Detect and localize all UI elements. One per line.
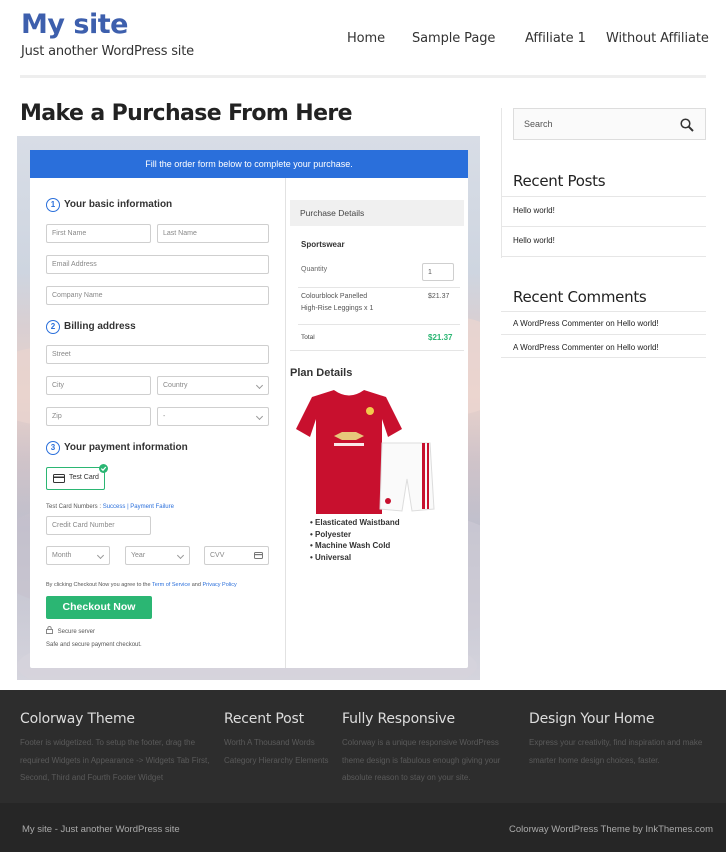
nav-home[interactable]: Home <box>347 31 385 46</box>
lock-icon <box>46 626 53 634</box>
total-label: Total <box>301 334 315 341</box>
test-card-numbers: Test Card Numbers : Success | Payment Fa… <box>46 504 174 510</box>
footer-site-credit[interactable]: My site - Just another WordPress site <box>22 824 180 835</box>
step-2-number: 2 <box>46 320 60 334</box>
footer-col-title: Recent Post <box>224 711 304 727</box>
recent-comment: A WordPress Commenter on Hello world! <box>513 319 659 328</box>
footer-col-text: Express your creativity, find inspiratio… <box>529 738 703 765</box>
step-3-title: Your payment information <box>64 442 188 453</box>
quantity-label: Quantity <box>301 266 328 273</box>
test-card-label: Test Card <box>69 474 99 481</box>
check-icon <box>99 464 108 473</box>
footer-col-text[interactable]: Worth A Thousand Words Category Hierarch… <box>224 734 334 769</box>
checkout-button[interactable]: Checkout Now <box>46 596 152 619</box>
payment-failure-link[interactable]: Payment Failure <box>130 504 174 510</box>
state-select[interactable]: - <box>157 407 269 426</box>
plan-bullet: • Elasticated Waistband <box>310 518 400 527</box>
city-field[interactable]: City <box>46 376 151 395</box>
footer-col-text: Colorway is a unique responsive WordPres… <box>342 738 501 782</box>
search-input[interactable]: Search <box>513 108 706 140</box>
nav-without-affiliate[interactable]: Without Affiliate <box>606 31 709 46</box>
site-header: My site Just another WordPress site Home… <box>0 0 726 80</box>
credit-card-icon <box>53 474 65 483</box>
divider <box>501 196 706 197</box>
order-form-banner: Fill the order form below to complete yo… <box>30 150 468 178</box>
first-name-field[interactable]: First Name <box>46 224 151 243</box>
comment-author-link[interactable]: A WordPress Commenter <box>513 319 604 328</box>
form-column-divider <box>285 178 286 668</box>
step-2-title: Billing address <box>64 321 136 332</box>
header-divider <box>20 75 706 78</box>
last-name-field[interactable]: Last Name <box>157 224 269 243</box>
email-field[interactable]: Email Address <box>46 255 269 274</box>
secure-server: Secure server <box>46 626 95 635</box>
divider <box>501 311 706 312</box>
total-value: $21.37 <box>428 333 453 342</box>
plan-bullet: • Machine Wash Cold <box>310 541 391 550</box>
terms-text: By clicking Checkout Now you agree to th… <box>46 582 237 588</box>
card-number-field[interactable]: Credit Card Number <box>46 516 151 535</box>
street-field[interactable]: Street <box>46 345 269 364</box>
footer-col-text: Footer is widgetized. To setup the foote… <box>20 738 210 782</box>
site-title[interactable]: My site <box>21 9 128 40</box>
year-select[interactable]: Year <box>125 546 190 565</box>
footer-col-title: Design Your Home <box>529 711 655 727</box>
success-link[interactable]: Success <box>103 504 126 510</box>
divider <box>298 324 460 325</box>
company-field[interactable]: Company Name <box>46 286 269 305</box>
footer-col-title: Colorway Theme <box>20 711 135 727</box>
safe-payment-text: Safe and secure payment checkout. <box>46 642 142 648</box>
nav-affiliate-1[interactable]: Affiliate 1 <box>525 31 586 46</box>
divider <box>290 350 464 351</box>
country-select[interactable]: Country <box>157 376 269 395</box>
item-name-line1: Colourblock Panelled <box>301 293 368 300</box>
divider <box>298 287 460 288</box>
terms-link[interactable]: Term of Service <box>152 582 190 588</box>
comment-author-link[interactable]: A WordPress Commenter <box>513 343 604 352</box>
plan-details-title: Plan Details <box>290 367 353 379</box>
recent-post-link[interactable]: Hello world! <box>513 206 555 215</box>
zip-field[interactable]: Zip <box>46 407 151 426</box>
privacy-link[interactable]: Privacy Policy <box>202 582 236 588</box>
card-icon <box>254 552 263 559</box>
test-card-option[interactable]: Test Card <box>46 464 108 490</box>
purchase-details-heading: Purchase Details <box>290 200 464 226</box>
quantity-input[interactable]: 1 <box>422 263 454 281</box>
site-footer: Colorway Theme Footer is widgetized. To … <box>0 690 726 803</box>
divider <box>501 226 706 227</box>
cvv-field[interactable]: CVV <box>204 546 269 565</box>
search-icon[interactable] <box>680 118 694 132</box>
recent-post-link[interactable]: Hello world! <box>513 236 555 245</box>
page-title: Make a Purchase From Here <box>20 101 353 126</box>
divider <box>501 256 706 257</box>
recent-comments-title: Recent Comments <box>513 288 647 306</box>
month-select[interactable]: Month <box>46 546 110 565</box>
divider <box>501 334 706 335</box>
item-name-line2: High-Rise Leggings x 1 <box>301 305 374 312</box>
footer-col-title: Fully Responsive <box>342 711 455 727</box>
divider <box>501 357 706 358</box>
step-1-title: Your basic information <box>64 199 173 210</box>
sidebar-border <box>501 108 502 258</box>
site-tagline: Just another WordPress site <box>21 44 194 59</box>
item-price: $21.37 <box>428 293 450 300</box>
jersey-product-image <box>296 389 435 514</box>
step-1-number: 1 <box>46 198 60 212</box>
plan-bullet: • Universal <box>310 553 352 562</box>
comment-post-link[interactable]: Hello world! <box>617 319 659 328</box>
comment-post-link[interactable]: Hello world! <box>617 343 659 352</box>
nav-sample-page[interactable]: Sample Page <box>412 31 495 46</box>
step-3-number: 3 <box>46 441 60 455</box>
footer-bottom-bar: My site - Just another WordPress site Co… <box>0 803 726 852</box>
recent-posts-title: Recent Posts <box>513 172 606 190</box>
footer-theme-credit[interactable]: Colorway WordPress Theme by InkThemes.co… <box>509 824 713 835</box>
product-name: Sportswear <box>301 240 345 249</box>
recent-comment: A WordPress Commenter on Hello world! <box>513 343 659 352</box>
plan-bullet: • Polyester <box>310 530 352 539</box>
